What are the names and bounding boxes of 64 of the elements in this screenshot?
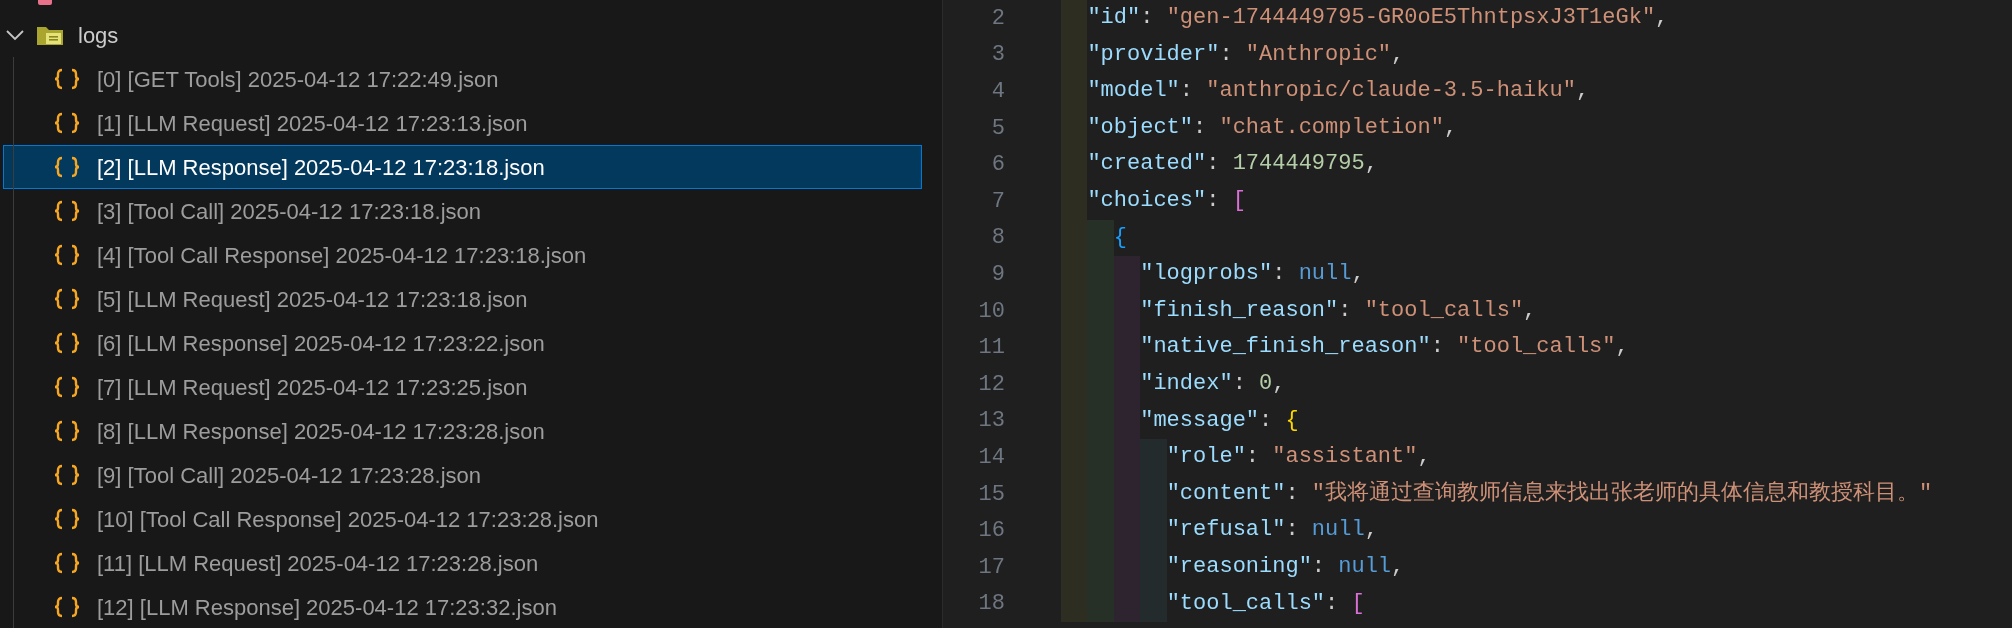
file-item[interactable]: [8] [LLM Response] 2025-04-12 17:23:28.json bbox=[3, 409, 922, 453]
line-number: 6 bbox=[990, 151, 1005, 180]
line-number: 4 bbox=[990, 78, 1005, 106]
code-line: "id": "gen-1744449795-GR0oE5ThntpsxJ3T1eGk", bbox=[1061, 0, 1669, 37]
code-line: "created": 1744449795, bbox=[1061, 146, 1378, 183]
code-line: "logprobs": null, bbox=[1061, 256, 1365, 293]
braces-icon bbox=[54, 420, 80, 442]
code-line: "model": "anthropic/claude-3.5-haiku", bbox=[1061, 73, 1590, 110]
file-item[interactable]: [2] [LLM Response] 2025-04-12 17:23:18.json bbox=[3, 145, 922, 189]
file-item[interactable]: [0] [GET Tools] 2025-04-12 17:22:49.json bbox=[3, 57, 922, 101]
file-item[interactable]: [11] [LLM Request] 2025-04-12 17:23:28.json bbox=[3, 541, 922, 585]
code-line: "index": 0, bbox=[1061, 365, 1286, 403]
file-item[interactable]: [9] [Tool Call] 2025-04-12 17:23:28.json bbox=[3, 453, 922, 497]
folder-icon bbox=[36, 24, 64, 46]
line-number: 10 bbox=[977, 297, 1005, 326]
code-line: "native_finish_reason": "tool_calls", bbox=[1061, 329, 1629, 366]
line-number: 2 bbox=[990, 4, 1005, 33]
file-item[interactable]: [4] [Tool Call Response] 2025-04-12 17:23:18.json bbox=[3, 233, 922, 277]
line-number: 12 bbox=[977, 370, 1005, 399]
braces-icon bbox=[54, 288, 80, 310]
file-item[interactable]: [12] [LLM Response] 2025-04-12 17:23:32.json bbox=[3, 585, 922, 628]
folder-name: logs bbox=[78, 21, 119, 50]
line-number: 8 bbox=[990, 224, 1005, 253]
folder-row[interactable]: logs bbox=[0, 13, 942, 57]
line-number: 3 bbox=[990, 41, 1005, 70]
braces-icon bbox=[54, 244, 80, 266]
braces-icon bbox=[54, 552, 80, 574]
code-line: "content": "我将通过查询教师信息来找出张老师的具体信息和教授科目。" bbox=[1061, 475, 1933, 513]
code-line: "provider": "Anthropic", bbox=[1061, 36, 1405, 74]
line-number: 18 bbox=[977, 590, 1005, 619]
braces-icon bbox=[54, 112, 80, 134]
code-line: "tool_calls": [ bbox=[1061, 585, 1365, 623]
file-item[interactable]: [1] [LLM Request] 2025-04-12 17:23:13.json bbox=[3, 101, 922, 145]
file-item[interactable]: [5] [LLM Request] 2025-04-12 17:23:18.json bbox=[3, 277, 922, 321]
file-icon bbox=[38, 0, 52, 5]
braces-icon bbox=[54, 464, 80, 486]
code-line: { bbox=[1061, 219, 1127, 257]
braces-icon bbox=[54, 596, 80, 618]
braces-icon bbox=[54, 508, 80, 530]
line-number: 17 bbox=[977, 553, 1005, 582]
code-line: "object": "chat.completion", bbox=[1061, 109, 1458, 147]
line-number: 16 bbox=[977, 517, 1005, 546]
braces-icon bbox=[54, 68, 80, 90]
code-line: "message": { bbox=[1061, 402, 1299, 440]
braces-icon bbox=[54, 376, 80, 398]
braces-icon bbox=[54, 200, 80, 222]
code-line: "reasoning": null, bbox=[1061, 548, 1405, 586]
braces-icon bbox=[54, 332, 80, 354]
file-item[interactable]: [7] [LLM Request] 2025-04-12 17:23:25.json bbox=[3, 365, 922, 409]
line-number: 11 bbox=[977, 334, 1005, 363]
line-number: 14 bbox=[977, 443, 1005, 472]
line-number: 13 bbox=[977, 407, 1005, 436]
line-number: 7 bbox=[990, 187, 1005, 216]
line-number: 15 bbox=[977, 480, 1005, 509]
line-number: 5 bbox=[990, 114, 1005, 143]
code-line: "finish_reason": "tool_calls", bbox=[1061, 292, 1537, 330]
file-item[interactable]: [6] [LLM Response] 2025-04-12 17:23:22.json bbox=[3, 321, 922, 365]
code-line: "choices": [ bbox=[1061, 182, 1246, 220]
braces-icon bbox=[54, 156, 80, 178]
code-line: "role": "assistant", bbox=[1061, 439, 1431, 476]
code-line: "refusal": null, bbox=[1061, 512, 1378, 549]
file-item[interactable]: [10] [Tool Call Response] 2025-04-12 17:23:28.json bbox=[3, 497, 922, 541]
line-number: 9 bbox=[990, 260, 1005, 289]
file-item[interactable]: [3] [Tool Call] 2025-04-12 17:23:18.json bbox=[3, 189, 922, 233]
